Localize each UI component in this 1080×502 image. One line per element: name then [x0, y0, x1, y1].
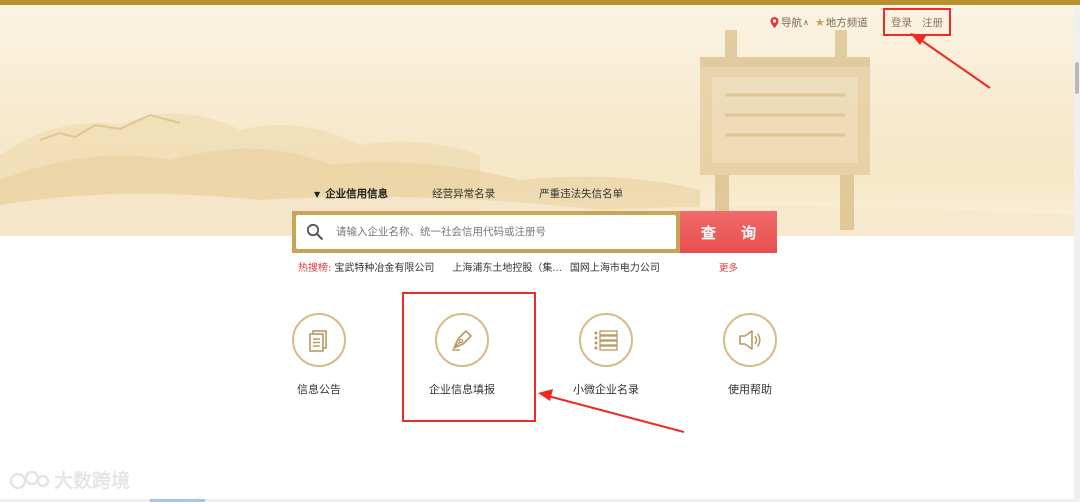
document-icon: [309, 330, 327, 352]
star-icon: ★: [814, 15, 825, 29]
top-links: 导航 ∧ ★ 地方频道: [770, 14, 868, 30]
list-icon: [594, 330, 618, 351]
hot-search-more-link[interactable]: 更多: [719, 260, 738, 274]
hot-search-item[interactable]: 上海浦东土地控股（集...: [452, 259, 562, 274]
feature-icon-circle: [579, 313, 633, 367]
feature-info-notice[interactable]: 信息公告: [264, 313, 374, 397]
hot-search-label: 热搜榜:: [298, 263, 332, 274]
local-channel-label: 地方频道: [825, 16, 868, 29]
search-category-tabs: ▼ 企业信用信息 经营异常名录 严重违法失信名单: [314, 186, 623, 200]
hot-search-list: 热搜榜: 宝武特种冶金有限公司 上海浦东土地控股（集... 国网上海市电力公司: [298, 259, 660, 274]
hero-landscape-illustration: [0, 30, 1074, 236]
login-link[interactable]: 登录: [891, 15, 912, 30]
nav-menu-link[interactable]: 导航 ∧: [770, 15, 809, 30]
search-bar: 查 询: [292, 211, 777, 253]
watermark-text: 大数跨境: [54, 470, 131, 492]
nav-menu-label: 导航: [781, 16, 802, 29]
tab-serious-violation[interactable]: 严重违法失信名单: [539, 186, 623, 201]
auth-links-highlight-box: 登录 注册: [883, 8, 951, 36]
caret-down-icon: ▼: [314, 189, 321, 199]
tab-abnormal-operation[interactable]: 经营异常名录: [432, 186, 495, 201]
search-button[interactable]: 查 询: [680, 211, 777, 253]
tab-enterprise-credit[interactable]: ▼ 企业信用信息: [314, 186, 388, 201]
chevron-up-icon: ∧: [803, 17, 809, 27]
search-input[interactable]: [334, 225, 676, 239]
location-pin-icon: [770, 16, 779, 28]
search-icon: [306, 223, 324, 241]
local-channel-link[interactable]: ★ 地方频道: [815, 15, 868, 30]
tab-label: 企业信用信息: [325, 187, 389, 200]
feature-icon-circle: [723, 313, 777, 367]
feature-label: 信息公告: [297, 383, 341, 396]
watermark: 大数跨境: [8, 466, 130, 493]
register-link[interactable]: 注册: [922, 15, 943, 30]
feature-small-business-list[interactable]: 小微企业名录: [551, 313, 661, 397]
feature-highlight-box: [402, 292, 536, 422]
feature-label: 小微企业名录: [573, 383, 639, 396]
hot-search-item[interactable]: 宝武特种冶金有限公司: [334, 259, 434, 274]
search-box: [292, 211, 680, 253]
watermark-logo-icon: [9, 470, 50, 489]
feature-icon-circle: [292, 313, 346, 367]
feature-help[interactable]: 使用帮助: [695, 313, 805, 397]
page-scrollbar[interactable]: [1074, 5, 1080, 502]
feature-label: 使用帮助: [728, 383, 772, 396]
hero-banner: [0, 5, 1074, 236]
speaker-icon: [739, 330, 761, 350]
scrollbar-thumb[interactable]: [1075, 62, 1079, 94]
search-inner: [296, 215, 676, 249]
hot-search-item[interactable]: 国网上海市电力公司: [570, 259, 660, 274]
